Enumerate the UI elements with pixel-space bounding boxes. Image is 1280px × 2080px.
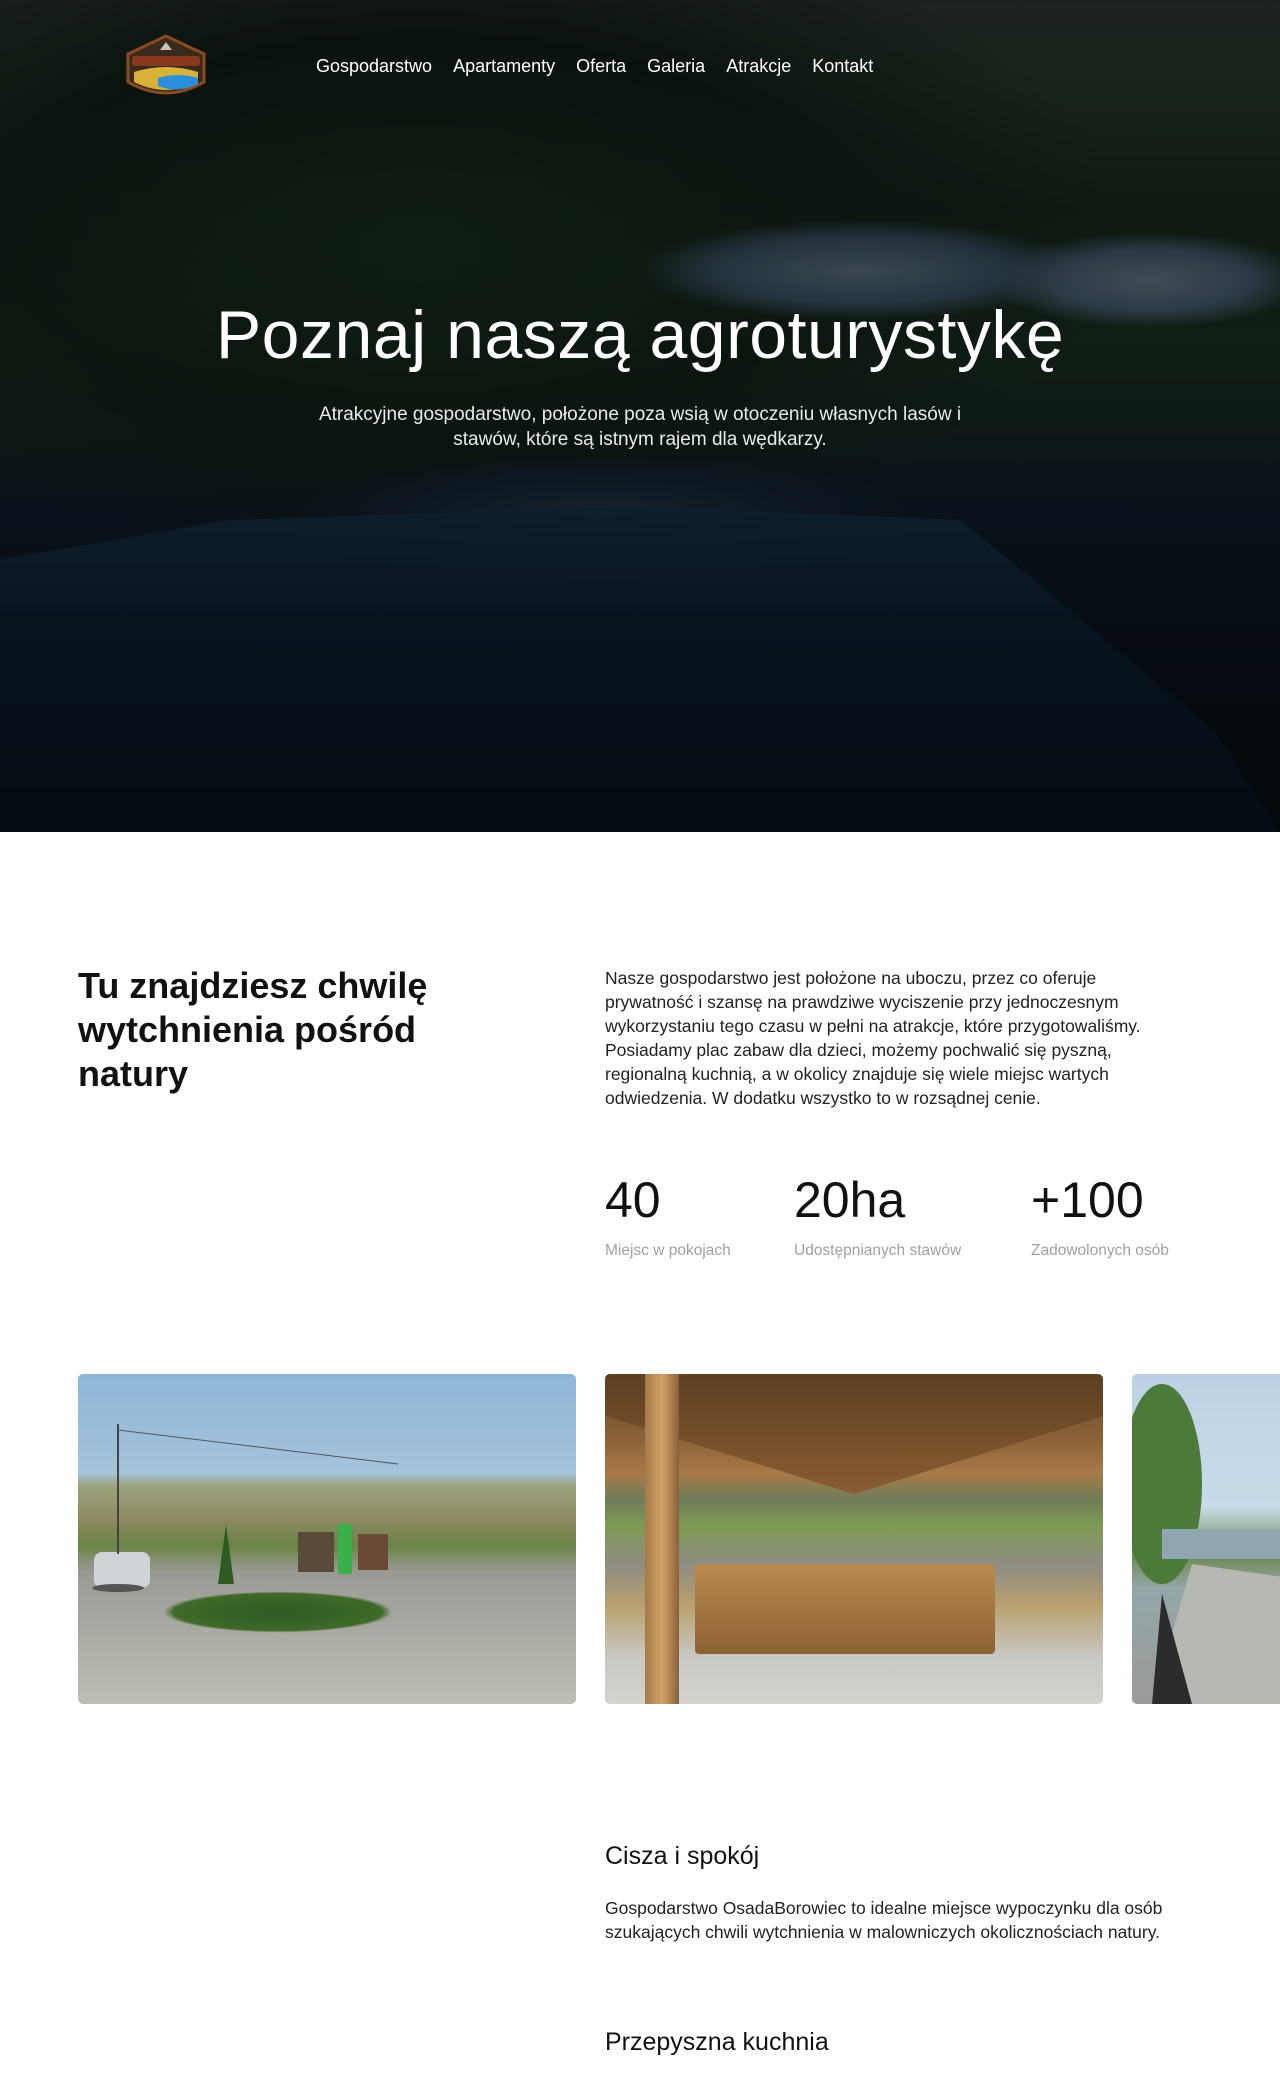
about-title: Tu znajdziesz chwilę wytchnienia pośród … <box>78 965 428 1094</box>
nav-apartamenty[interactable]: Apartamenty <box>453 56 555 77</box>
hero-section: Gospodarstwo Apartamenty Oferta Galeria … <box>0 0 1280 832</box>
stat-label: Udostępnianych stawów <box>794 1242 962 1259</box>
stat-ponds: 20ha Udostępnianych stawów <box>794 1170 961 1260</box>
stat-label: Zadowolonych osób <box>1031 1242 1169 1259</box>
hero-subtitle: Atrakcyjne gospodarstwo, położone poza w… <box>318 404 962 450</box>
about-text: Nasze gospodarstwo jest położone na uboc… <box>605 968 1141 1108</box>
nav-oferta[interactable]: Oferta <box>576 56 626 77</box>
feature-title-cuisine: Przepyszna kuchnia <box>605 2028 829 2056</box>
site-logo[interactable] <box>118 32 214 106</box>
photo-gallery <box>0 1374 1280 1704</box>
gallery-photo-gazebo[interactable] <box>605 1374 1103 1704</box>
gazebo-table-shape <box>695 1564 995 1654</box>
nav-atrakcje[interactable]: Atrakcje <box>726 56 791 77</box>
stat-rooms: 40 Miejsc w pokojach <box>605 1170 731 1260</box>
stat-value: 40 <box>605 1172 661 1228</box>
photo-pond-illustration <box>1132 1384 1280 1704</box>
gazebo-post-shape <box>645 1374 679 1704</box>
gazebo-roof-shape <box>605 1374 1103 1494</box>
stat-guests: +100 Zadowolonych osób <box>1031 1170 1169 1260</box>
gallery-photo-parking[interactable] <box>78 1374 576 1704</box>
main-nav: Gospodarstwo Apartamenty Oferta Galeria … <box>316 56 873 77</box>
stat-label: Miejsc w pokojach <box>605 1242 731 1259</box>
feature-text-quiet: Gospodarstwo OsadaBorowiec to idealne mi… <box>605 1898 1163 1942</box>
osada-borowiec-logo-icon <box>126 34 206 95</box>
stats-row: 40 Miejsc w pokojach 20ha Udostępnianych… <box>605 1170 1225 1270</box>
hero-title: Poznaj naszą agroturystykę <box>215 297 1065 373</box>
stat-value: +100 <box>1031 1172 1144 1228</box>
photo-parking-illustration <box>92 1424 399 1592</box>
feature-title-quiet: Cisza i spokój <box>605 1842 760 1870</box>
gallery-photo-pond-path[interactable] <box>1132 1374 1280 1704</box>
nav-gospodarstwo[interactable]: Gospodarstwo <box>316 56 432 77</box>
nav-kontakt[interactable]: Kontakt <box>812 56 873 77</box>
stat-value: 20ha <box>794 1172 906 1228</box>
nav-galeria[interactable]: Galeria <box>647 56 705 77</box>
